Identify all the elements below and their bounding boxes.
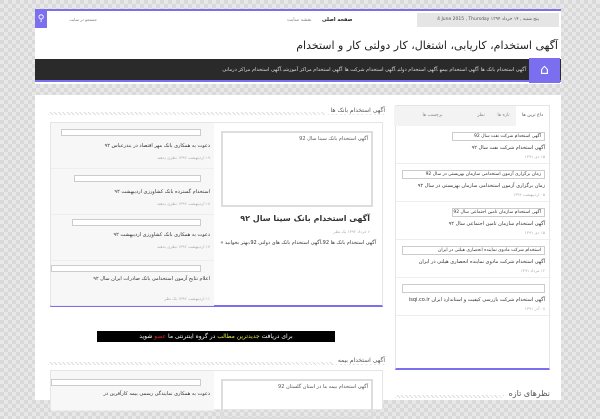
sidebar-post: آگهی استخدام سازمان تامین اجتماعی سال 92… — [396, 202, 551, 240]
list-item: دعوت به همکاری بانک مهر اقتصاد در بندرعب… — [51, 123, 214, 169]
home-link[interactable]: صفحه اصلی — [322, 13, 352, 27]
post-title[interactable]: زمان برگزاری آزمون استخدامی سازمان بهزیس… — [402, 183, 545, 190]
date-display: 4 June 2015 , Thursday پنج شنبه , ۱۴ خرد… — [417, 13, 559, 27]
site-title[interactable]: آگهی استخدام، کاریابی، اشتغال، کار دولتی… — [296, 39, 558, 52]
list-item: استخدام گسترده بانک کشاورزی اردیبهشت ۹۲ … — [51, 169, 214, 215]
post-date: ۱۵ دی ۱۳۹۱ — [524, 230, 545, 235]
list-item: دعوت به همکاری نمایندگی رسمی بیمه کارآفر… — [51, 371, 214, 411]
join-banner[interactable]: برای دریافت جدیدترین مطالب در گروه اینتر… — [97, 331, 335, 342]
tab-comments[interactable]: نظر — [471, 106, 491, 126]
post-image[interactable]: آگهی استخدام بیمه ما در استان گلستان 92 — [221, 379, 373, 419]
tab-popular[interactable]: داغ ترین ها — [516, 106, 549, 126]
post-date: ۱۲ مرداد ۱۳۹۱ — [520, 268, 545, 273]
sidebar-post: زمان برگزاری آزمون استخدامی سازمان بهزیس… — [396, 164, 551, 202]
post-thumbnail[interactable]: استخدام شرکت مادوی نماینده انحصاری هیلتی… — [402, 246, 545, 255]
post-meta: ۶ خرداد ۱۳۹۲ یک نظر — [333, 229, 371, 234]
section-title[interactable]: آگهی استخدام بانک ها — [325, 107, 385, 114]
post-title[interactable]: آگهی استخدام سازمان تامین اجتماعی سال ۹۲ — [402, 221, 545, 228]
post-title[interactable]: آگهی استخدام شرکت بازرسی کیفیت و استاندا… — [402, 297, 545, 304]
post-image[interactable]: آگهی استخدام بانک سینا سال 92 — [221, 131, 373, 207]
section-box: آگهی استخدام بیمه ما در استان گلستان 92 … — [50, 370, 383, 419]
search-input[interactable] — [47, 11, 100, 28]
post-thumbnail[interactable] — [402, 284, 545, 293]
post-thumbnail[interactable]: آگهی استخدام شرکت نفت سال 92 — [452, 132, 545, 141]
post-date: ۰۸ آذر ۱۳۹۱ — [524, 306, 545, 311]
section-title[interactable]: آگهی استخدام بیمه — [332, 357, 385, 364]
search-icon[interactable]: ⚲ — [35, 11, 47, 28]
sidebar-post: آگهی استخدام شرکت نفت سال 92 آگهی استخدام… — [396, 126, 551, 164]
nav-item[interactable]: آگهی استخدام مراکز آموزشی — [282, 67, 343, 73]
post-date: ۱۵ دی ۱۳۹۱ — [524, 154, 545, 159]
post-thumbnail[interactable]: زمان برگزاری آزمون استخدامی سازمان بهزیس… — [402, 170, 545, 179]
sitemap-link[interactable]: نقشه سایت — [287, 13, 312, 27]
nav-item[interactable]: آگهی استخدام دولتی — [396, 67, 438, 73]
list-item: دعوت به همکاری بانک کشاورزی اردیبهشت ۹۲ … — [51, 215, 214, 261]
post-thumbnail[interactable]: آگهی استخدام سازمان تامین اجتماعی سال 92 — [452, 208, 545, 217]
content-area: آگهی استخدام بانک ها آگهی استخدام بانک س… — [35, 95, 561, 419]
section-header: نظرهای تازه — [395, 389, 550, 401]
nav-item[interactable]: آگهی استخدام مراکز درمانی — [221, 67, 282, 73]
post-excerpt: آگهی استخدام بانک ها 92،آگهی استخدام بان… — [220, 240, 376, 246]
post-title[interactable]: آگهی استخدام شرکت نفت سال ۹۲ — [402, 145, 545, 152]
post-date: ۰۵ اردیبهشت ۱۳۹۲ — [513, 192, 545, 197]
tab-recent[interactable]: تازه ها — [491, 106, 516, 126]
nav-item[interactable]: آگهی استخدام شرکت ها — [344, 67, 397, 73]
section-box: آگهی استخدام بانک سینا سال 92 آگهی استخد… — [50, 122, 383, 307]
sidebar-tabs-widget: داغ ترین ها تازه ها نظر برچسب ها آگهی اس… — [394, 105, 551, 370]
section-header: آگهی استخدام بانک ها — [48, 107, 385, 117]
post-title[interactable]: آگهی استخدام شرکت مادوی نماینده انحصاری … — [402, 259, 545, 266]
home-icon[interactable]: ⌂ — [529, 58, 560, 83]
main-nav: ⌂ آگهی استخدام بانک هاآگهی استخدام بیمهآ… — [35, 58, 561, 83]
sidebar-post: آگهی استخدام شرکت بازرسی کیفیت و استاندا… — [396, 278, 551, 316]
sidebar-post: استخدام شرکت مادوی نماینده انحصاری هیلتی… — [396, 240, 551, 278]
list-item: اعلام نتایج آزمون استخدامی بانک صادرات ا… — [51, 261, 214, 306]
tab-tags[interactable]: برچسب ها — [394, 106, 471, 126]
nav-item[interactable]: آگهی استخدام بیمه — [439, 67, 480, 73]
site-header: ⚲ نقشه سایت صفحه اصلی 4 June 2015 , Thur… — [35, 9, 561, 84]
comments-title: نظرهای تازه — [503, 389, 550, 398]
post-title[interactable]: آگهی استخدام بانک سینا سال ۹۲ — [240, 214, 370, 223]
section-header: آگهی استخدام بیمه — [48, 357, 385, 367]
nav-item[interactable]: آگهی استخدام بانک ها — [480, 67, 527, 73]
